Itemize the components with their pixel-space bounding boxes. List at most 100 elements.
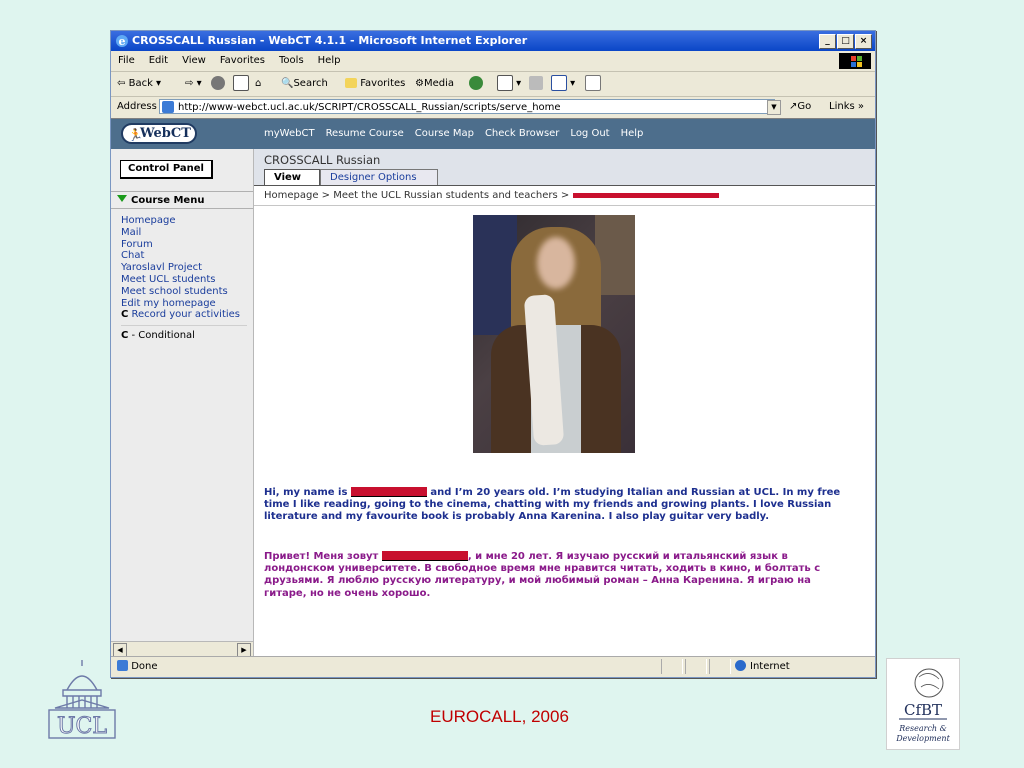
redacted-name xyxy=(350,487,427,497)
cfbt-logo-sub1: Research & xyxy=(898,724,947,733)
menu-item-edit-homepage[interactable]: Edit my homepage xyxy=(121,298,247,310)
page-viewport: 🏃 WebCT myWebCT Resume Course Course Map Che… xyxy=(111,118,875,657)
title-bar: e CROSSCALL Russian - WebCT 4.1.1 - Micr… xyxy=(111,31,875,51)
minimize-button[interactable]: _ xyxy=(819,34,836,49)
links-button[interactable]: Links » xyxy=(829,97,864,117)
menu-item-homepage[interactable]: Homepage xyxy=(121,215,247,227)
back-arrow-icon: ⇦ xyxy=(117,78,126,89)
menu-view[interactable]: View xyxy=(182,55,206,66)
stop-icon xyxy=(211,76,225,90)
home-icon: ⌂ xyxy=(255,78,262,89)
menu-item-forum[interactable]: Forum xyxy=(121,239,247,251)
close-button[interactable]: × xyxy=(855,34,872,49)
status-bar: Done Internet xyxy=(111,656,875,677)
menu-item-yaroslavl-project[interactable]: Yaroslavl Project xyxy=(121,262,247,274)
top-nav: myWebCT Resume Course Course Map Check Brow… xyxy=(264,119,654,149)
status-panel xyxy=(709,659,731,674)
menu-favorites[interactable]: Favorites xyxy=(220,55,265,66)
window-title: CROSSCALL Russian - WebCT 4.1.1 - Micros… xyxy=(132,34,528,47)
runner-icon: 🏃 xyxy=(128,128,143,142)
search-button[interactable]: 🔍Search xyxy=(281,72,328,96)
menu-item-meet-school-students[interactable]: Meet school students xyxy=(121,286,247,298)
slide-footer: EUROCALL, 2006 xyxy=(430,707,569,726)
search-icon: 🔍 xyxy=(281,78,294,89)
control-panel-button[interactable]: Control Panel xyxy=(120,160,213,179)
discuss-icon xyxy=(585,75,601,91)
menu-file[interactable]: File xyxy=(118,55,135,66)
back-button[interactable]: ⇦ Back ▾ xyxy=(117,72,161,96)
menu-item-meet-ucl-students[interactable]: Meet UCL students xyxy=(121,274,247,286)
menu-item-chat[interactable]: Chat xyxy=(121,250,247,262)
cfbt-logo: CfBT Research & Development xyxy=(886,658,960,750)
address-input[interactable]: http://www-webct.ucl.ac.uk/SCRIPT/CROSSC… xyxy=(159,99,775,114)
refresh-button[interactable] xyxy=(233,72,249,96)
media-icon: ⚙ xyxy=(415,78,424,89)
status-panel xyxy=(685,659,707,674)
discuss-button[interactable] xyxy=(585,72,601,96)
expand-triangle-icon xyxy=(117,195,127,202)
nav-course-map[interactable]: Course Map xyxy=(415,128,474,139)
nav-resume-course[interactable]: Resume Course xyxy=(326,128,404,139)
course-sidebar: Control Panel Course Menu Homepage Mail … xyxy=(111,149,254,657)
history-button[interactable] xyxy=(469,72,483,96)
breadcrumb-text[interactable]: Homepage > Meet the UCL Russian students… xyxy=(264,190,569,201)
menu-item-mail[interactable]: Mail xyxy=(121,227,247,239)
bio-russian: Привет! Меня зовут , и мне 20 лет. Я изу… xyxy=(264,551,821,599)
ie-icon: e xyxy=(116,35,128,48)
cfbt-logo-sub2: Development xyxy=(895,734,950,743)
course-menu: Homepage Mail Forum Chat Yaroslavl Proje… xyxy=(121,215,247,342)
menu-item-record-activities[interactable]: C Record your activities xyxy=(121,309,247,321)
scroll-right-icon[interactable]: ▶ xyxy=(237,643,251,657)
svg-text:e: e xyxy=(119,35,126,48)
stop-button[interactable] xyxy=(211,72,225,96)
ucl-logo-text: UCL xyxy=(57,714,107,739)
history-icon xyxy=(469,76,483,90)
horizontal-scrollbar[interactable]: ◀ ▶ xyxy=(111,641,253,657)
redacted-name-russian xyxy=(381,551,468,561)
redacted-name-mark xyxy=(573,192,720,198)
webct-header: 🏃 WebCT myWebCT Resume Course Course Map Che… xyxy=(111,119,875,149)
mail-button[interactable]: ▾ xyxy=(497,72,521,96)
webct-logo[interactable]: 🏃 WebCT xyxy=(121,123,197,144)
forward-button[interactable]: ⇨ ▾ xyxy=(185,72,202,96)
course-header: CROSSCALL Russian View Designer Options xyxy=(254,149,875,186)
ucl-logo: UCL xyxy=(48,660,116,740)
menu-tools[interactable]: Tools xyxy=(279,55,304,66)
nav-mywebct[interactable]: myWebCT xyxy=(264,128,315,139)
maximize-button[interactable]: □ xyxy=(837,34,854,49)
nav-check-browser[interactable]: Check Browser xyxy=(485,128,559,139)
menu-edit[interactable]: Edit xyxy=(149,55,168,66)
go-button[interactable]: ↗Go xyxy=(789,97,811,117)
breadcrumb: Homepage > Meet the UCL Russian students… xyxy=(254,186,875,206)
scroll-left-icon[interactable]: ◀ xyxy=(113,643,127,657)
menu-help[interactable]: Help xyxy=(318,55,341,66)
page-icon xyxy=(162,101,174,113)
tab-view[interactable]: View xyxy=(264,169,320,185)
course-menu-header[interactable]: Course Menu xyxy=(111,191,253,209)
conditional-legend: C - Conditional xyxy=(121,330,195,342)
home-button[interactable]: ⌂ xyxy=(255,72,261,96)
favorites-icon xyxy=(345,78,357,88)
forward-arrow-icon: ⇨ xyxy=(185,78,194,89)
nav-log-out[interactable]: Log Out xyxy=(570,128,609,139)
course-title: CROSSCALL Russian xyxy=(264,153,381,167)
windows-logo-icon xyxy=(839,53,871,69)
cfbt-logo-text: CfBT xyxy=(904,701,942,719)
favorites-button[interactable]: Favorites xyxy=(345,72,405,96)
security-zone: Internet xyxy=(735,657,790,677)
toolbar: ⇦ Back ▾ ⇨ ▾ ⌂ 🔍Search Favorites ⚙Media … xyxy=(111,72,875,97)
address-bar: Address http://www-webct.ucl.ac.uk/SCRIP… xyxy=(111,97,875,117)
media-button[interactable]: ⚙Media xyxy=(415,72,454,96)
url-text: http://www-webct.ucl.ac.uk/SCRIPT/CROSSC… xyxy=(178,102,561,113)
address-dropdown-button[interactable]: ▼ xyxy=(767,100,781,115)
mail-icon xyxy=(497,75,513,91)
edit-button[interactable]: ▾ xyxy=(551,72,575,96)
bio-english: Hi, my name is and I’m 20 years old. I’m… xyxy=(264,487,841,523)
nav-help[interactable]: Help xyxy=(621,128,644,139)
word-icon xyxy=(551,75,567,91)
printer-icon xyxy=(529,76,543,90)
browser-window: e CROSSCALL Russian - WebCT 4.1.1 - Micr… xyxy=(110,30,876,678)
tab-designer-options[interactable]: Designer Options xyxy=(320,169,438,185)
globe-icon xyxy=(735,660,746,671)
print-button[interactable] xyxy=(529,72,543,96)
